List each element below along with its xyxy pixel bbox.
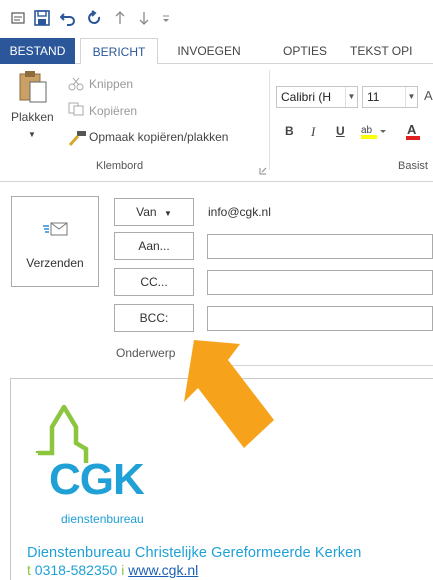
chevron-down-icon[interactable]: ▼ bbox=[345, 87, 357, 107]
mail-icon[interactable] bbox=[8, 8, 28, 28]
svg-text:ab: ab bbox=[361, 125, 373, 136]
from-label: Van bbox=[136, 205, 157, 219]
font-name-value: Calibri (H bbox=[281, 90, 332, 104]
chevron-down-icon[interactable]: ▼ bbox=[405, 87, 417, 107]
down-arrow-icon[interactable] bbox=[134, 8, 154, 28]
font-color-icon[interactable]: A bbox=[405, 122, 425, 145]
cc-button[interactable]: CC... bbox=[114, 268, 194, 296]
tab-bestand[interactable]: BESTAND bbox=[0, 38, 75, 64]
redo-icon[interactable] bbox=[84, 8, 104, 28]
cut-button[interactable]: Knippen bbox=[89, 77, 133, 91]
tab-invoegen[interactable]: INVOEGEN bbox=[162, 38, 256, 64]
clipboard-group-label: Klembord bbox=[96, 160, 144, 172]
send-button[interactable]: Verzenden bbox=[11, 196, 99, 287]
bcc-field[interactable] bbox=[207, 306, 433, 331]
copy-button[interactable]: Kopiëren bbox=[89, 104, 137, 118]
signature-line2: t 0318-582350 i www.cgk.nl bbox=[27, 562, 198, 578]
ribbon: Plakken ▼ Knippen Kopiëren Opmaak kopiër… bbox=[0, 64, 433, 182]
ribbon-separator bbox=[269, 70, 270, 170]
copy-icon bbox=[68, 102, 84, 121]
from-value: info@cgk.nl bbox=[208, 205, 271, 219]
paste-dropdown-icon[interactable]: ▼ bbox=[28, 130, 36, 139]
phone-prefix: t bbox=[27, 562, 31, 578]
basic-text-group-label: Basist bbox=[398, 160, 428, 172]
format-painter-icon bbox=[68, 130, 88, 151]
paste-button[interactable]: Plakken ▼ bbox=[2, 68, 60, 152]
paste-label: Plakken bbox=[11, 110, 54, 124]
subject-label: Onderwerp bbox=[116, 346, 176, 360]
save-icon[interactable] bbox=[32, 8, 52, 28]
quick-access-toolbar bbox=[0, 0, 433, 38]
font-size-value: 11 bbox=[367, 90, 380, 104]
underline-button[interactable]: U bbox=[336, 124, 345, 138]
italic-button[interactable]: I bbox=[311, 124, 315, 140]
paste-icon bbox=[18, 70, 48, 109]
from-button[interactable]: Van ▼ bbox=[114, 198, 194, 226]
send-icon bbox=[42, 221, 68, 240]
cc-field[interactable] bbox=[207, 270, 433, 295]
logo-subtext: dienstenbureau bbox=[61, 512, 144, 526]
to-field[interactable] bbox=[207, 234, 433, 259]
bold-button[interactable]: B bbox=[285, 124, 294, 138]
font-name-combo[interactable]: Calibri (H ▼ bbox=[276, 86, 358, 108]
to-button[interactable]: Aan... bbox=[114, 232, 194, 260]
tab-bericht[interactable]: BERICHT bbox=[80, 38, 158, 65]
cut-icon bbox=[68, 77, 84, 96]
dialog-launcher-icon[interactable] bbox=[259, 162, 267, 180]
logo-text: CGK bbox=[49, 455, 145, 504]
highlight-icon[interactable]: ab bbox=[360, 122, 386, 145]
customize-icon[interactable] bbox=[156, 8, 176, 28]
chevron-down-icon: ▼ bbox=[163, 209, 172, 218]
undo-icon[interactable] bbox=[58, 8, 78, 28]
grow-font-icon[interactable]: A bbox=[424, 88, 433, 103]
website-prefix: i bbox=[121, 562, 125, 578]
font-size-combo[interactable]: 11 ▼ bbox=[362, 86, 418, 108]
up-arrow-icon[interactable] bbox=[110, 8, 130, 28]
signature-line1: Dienstenbureau Christelijke Gereformeerd… bbox=[27, 545, 362, 561]
cgk-logo: CGK dienstenbureau bbox=[30, 402, 180, 537]
phone-number: 0318-582350 bbox=[34, 562, 118, 578]
send-label: Verzenden bbox=[26, 256, 84, 270]
orange-arrow-icon bbox=[184, 340, 274, 448]
website-link[interactable]: www.cgk.nl bbox=[128, 562, 198, 578]
bcc-button[interactable]: BCC: bbox=[114, 304, 194, 332]
svg-text:A: A bbox=[407, 122, 417, 137]
ribbon-tabs: BESTAND BERICHT INVOEGEN OPTIES TEKST OP… bbox=[0, 38, 433, 65]
tab-tekst-opmaak[interactable]: TEKST OPI bbox=[350, 38, 433, 64]
format-painter-button[interactable]: Opmaak kopiëren/plakken bbox=[89, 130, 228, 144]
tab-opties[interactable]: OPTIES bbox=[270, 38, 340, 64]
